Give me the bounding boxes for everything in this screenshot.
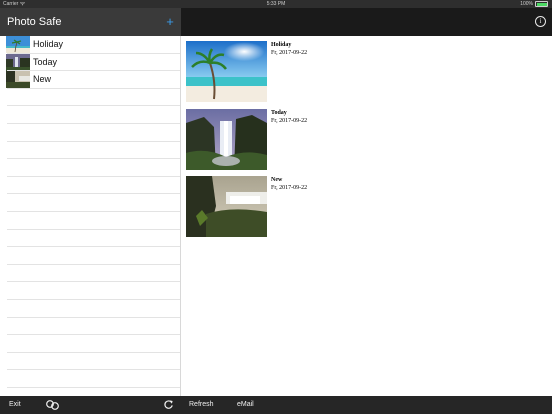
row-divider (7, 87, 180, 89)
bottom-toolbar: Exit Refresh eMail (0, 396, 552, 414)
empty-row-divider (7, 351, 180, 353)
status-bar: Carrier 5:33 PM 100% (0, 0, 552, 8)
new-thumbnail (6, 71, 30, 89)
album-card-holiday-image[interactable] (186, 41, 267, 102)
album-list: Holiday Today New (0, 36, 181, 396)
link-icon[interactable] (45, 399, 61, 411)
battery-icon (535, 1, 548, 7)
email-button[interactable]: eMail (237, 396, 254, 414)
empty-row-divider (7, 193, 180, 195)
album-card-today-image[interactable] (186, 109, 267, 170)
list-item-label: Today (33, 56, 58, 67)
album-title-today: Today (271, 110, 287, 116)
refresh-icon[interactable] (163, 399, 174, 410)
album-date-holiday: Fr, 2017-09-22 (271, 50, 308, 56)
empty-row-divider (7, 334, 180, 336)
empty-row-divider (7, 281, 180, 283)
refresh-button[interactable]: Refresh (189, 396, 214, 414)
list-item-label: Holiday (33, 39, 64, 49)
status-right: 100% (520, 0, 548, 8)
info-icon[interactable]: i (535, 16, 546, 27)
album-card-new-image[interactable] (186, 176, 267, 237)
empty-row-divider (7, 369, 180, 371)
empty-row-divider (7, 299, 180, 300)
exit-button[interactable]: Exit (9, 396, 21, 414)
empty-row-divider (7, 105, 180, 107)
album-title-new: New (271, 177, 283, 183)
holiday-thumbnail (6, 36, 30, 53)
list-item-label: New (33, 74, 52, 85)
empty-row-divider (7, 140, 180, 142)
status-time: 5:33 PM (266, 1, 286, 7)
empty-row-divider (7, 211, 180, 212)
empty-row-divider (7, 387, 180, 388)
empty-row-divider (7, 123, 180, 124)
list-item-today[interactable]: Today (0, 53, 180, 72)
add-album-button[interactable]: + (163, 8, 177, 36)
album-date-new: Fr, 2017-09-22 (271, 185, 308, 191)
detail-header: i (181, 8, 552, 36)
empty-row-divider (7, 263, 180, 265)
sidebar-header: Photo Safe + (0, 8, 181, 36)
list-item-new[interactable]: New (0, 71, 180, 89)
app-title: Photo Safe (7, 16, 62, 28)
empty-row-divider (7, 228, 180, 230)
battery-percent: 100% (520, 1, 533, 7)
empty-row-divider (7, 158, 180, 160)
album-date-today: Fr, 2017-09-22 (271, 118, 308, 124)
album-title-holiday: Holiday (271, 42, 292, 48)
list-item-holiday[interactable]: Holiday (0, 36, 180, 54)
empty-row-divider (7, 316, 180, 318)
empty-row-divider (7, 246, 180, 248)
today-thumbnail (6, 53, 30, 71)
empty-row-divider (7, 175, 180, 177)
